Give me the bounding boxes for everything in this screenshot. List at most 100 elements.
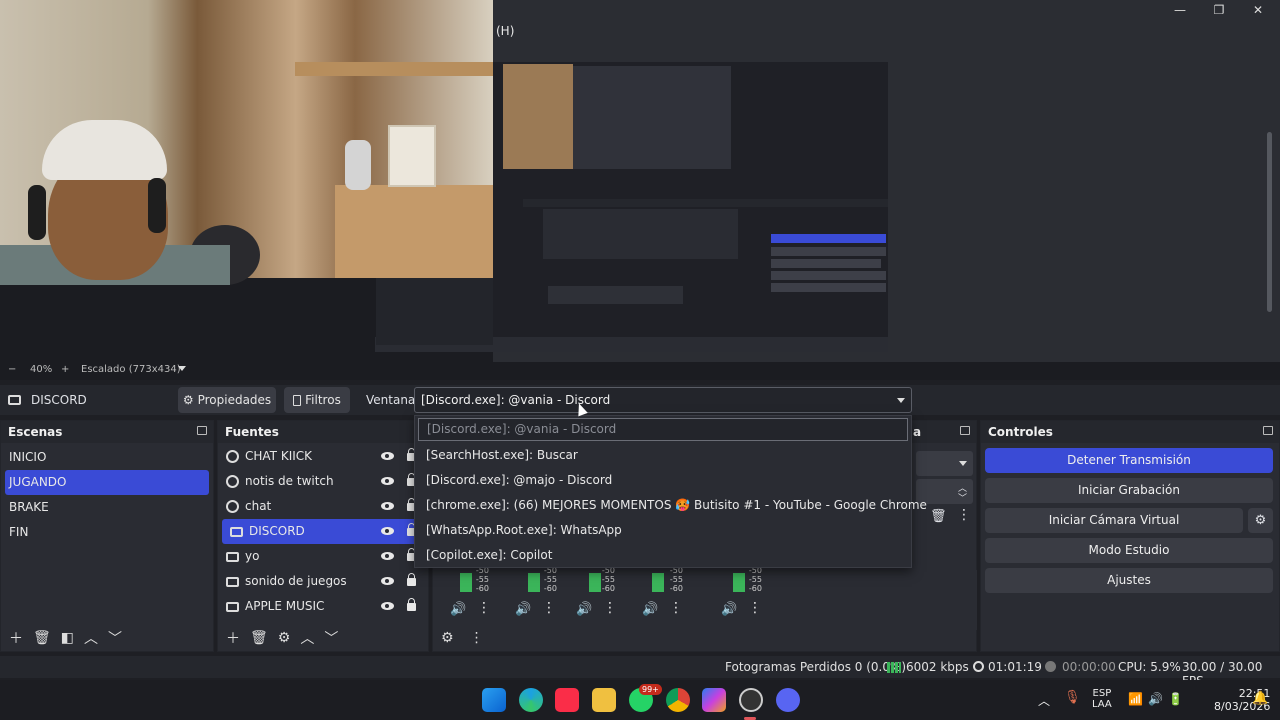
filters-button[interactable]: Filtros: [284, 387, 350, 413]
camera-icon: [226, 552, 239, 562]
eye-icon[interactable]: [381, 477, 394, 485]
zoom-in-button[interactable]: +: [61, 364, 69, 375]
undock-icon[interactable]: [960, 426, 970, 435]
more-icon[interactable]: ⋮: [748, 600, 762, 616]
settings-button[interactable]: Ajustes: [985, 568, 1273, 593]
dropdown-option-current[interactable]: [Discord.exe]: @vania - Discord: [418, 418, 908, 441]
close-icon[interactable]: ✕: [1248, 2, 1268, 18]
add-icon[interactable]: ＋: [226, 628, 240, 648]
chevron-up-icon[interactable]: ︿: [1038, 692, 1050, 709]
notification-icon[interactable]: 🔔: [1252, 691, 1268, 706]
obs-icon[interactable]: [739, 688, 763, 712]
meter-db-labels: -50 -55 -60: [601, 566, 615, 593]
studio-mode-button[interactable]: Modo Estudio: [985, 538, 1273, 563]
source-item[interactable]: notis de twitch: [218, 469, 428, 494]
more-icon[interactable]: ⋮: [669, 600, 683, 616]
eye-icon[interactable]: [381, 577, 394, 585]
gear-icon[interactable]: ⚙: [278, 630, 291, 646]
stop-streaming-button[interactable]: Detener Transmisión: [985, 448, 1273, 473]
chrome-icon[interactable]: [666, 688, 690, 712]
properties-button[interactable]: ⚙ Propiedades: [178, 387, 276, 413]
wifi-icon[interactable]: 📶: [1128, 692, 1143, 706]
chevron-down-icon[interactable]: ﹀: [108, 628, 122, 648]
eye-icon[interactable]: [381, 452, 394, 460]
more-icon[interactable]: ⋮: [477, 600, 491, 616]
controls-title: Controles: [988, 425, 1053, 439]
copilot-icon[interactable]: [702, 688, 726, 712]
scene-item[interactable]: FIN: [1, 520, 213, 545]
mixer-select[interactable]: [916, 451, 973, 476]
undock-icon[interactable]: [1263, 426, 1273, 435]
signal-icon: [887, 662, 901, 673]
source-item[interactable]: chat: [218, 494, 428, 519]
source-item-selected[interactable]: DISCORD: [222, 519, 424, 544]
eye-icon[interactable]: [381, 527, 394, 535]
speaker-icon[interactable]: 🔊: [721, 602, 737, 617]
chevron-down-icon[interactable]: ﹀: [324, 628, 338, 648]
bitrate: 6002 kbps: [906, 660, 969, 674]
apple-music-icon[interactable]: [555, 688, 579, 712]
speaker-icon[interactable]: 🔊: [642, 602, 658, 617]
start-recording-button[interactable]: Iniciar Grabación: [985, 478, 1273, 503]
filter-icon: [293, 394, 302, 406]
more-icon[interactable]: ⋮: [957, 507, 971, 523]
add-icon[interactable]: ＋: [9, 628, 23, 648]
whatsapp-badge: 99+: [639, 684, 662, 695]
speaker-icon[interactable]: 🔊: [450, 602, 466, 617]
source-item[interactable]: sonido de juegos: [218, 569, 428, 594]
file-explorer-icon[interactable]: [592, 688, 616, 712]
dropdown-option[interactable]: [Copilot.exe]: Copilot: [415, 543, 911, 568]
undock-icon[interactable]: [197, 426, 207, 435]
start-virtual-camera-button[interactable]: Iniciar Cámara Virtual: [985, 508, 1243, 533]
minimize-icon[interactable]: —: [1170, 2, 1190, 18]
speaker-icon[interactable]: 🔊: [515, 602, 531, 617]
edge-icon[interactable]: [519, 688, 543, 712]
volume-icon[interactable]: 🔊: [1148, 692, 1163, 706]
window-capture-icon: [226, 602, 239, 612]
virtual-camera-settings-button[interactable]: ⚙: [1248, 508, 1273, 533]
more-icon[interactable]: ⋮: [603, 600, 617, 616]
preview-canvas[interactable]: (H) — ❐ ✕: [0, 0, 1280, 362]
dropdown-option[interactable]: [SearchHost.exe]: Buscar: [415, 443, 911, 468]
dropdown-option[interactable]: [chrome.exe]: (66) MEJORES MOMENTOS 🥵 Bu…: [415, 493, 927, 518]
eye-icon[interactable]: [381, 552, 394, 560]
audio-meter: [460, 568, 472, 592]
source-item[interactable]: CHAT KIICK: [218, 444, 428, 469]
eye-icon[interactable]: [381, 502, 394, 510]
zoom-out-button[interactable]: −: [8, 364, 16, 375]
gear-icon: ⚙: [1254, 513, 1267, 528]
window-select[interactable]: [Discord.exe]: @vania - Discord: [414, 387, 912, 413]
language-indicator[interactable]: ESP LAA: [1092, 688, 1112, 710]
battery-icon[interactable]: 🔋: [1168, 692, 1183, 706]
eye-icon[interactable]: [381, 602, 394, 610]
scene-item-selected[interactable]: JUGANDO: [5, 470, 209, 495]
lock-icon[interactable]: [407, 573, 416, 586]
chevron-down-icon[interactable]: ﹀: [958, 491, 967, 504]
scaling-label: Escalado (773x434): [81, 364, 181, 375]
audio-meter: [589, 568, 601, 592]
audio-meter: [652, 568, 664, 592]
lock-icon[interactable]: [407, 598, 416, 611]
dropdown-option[interactable]: [Discord.exe]: @majo - Discord: [415, 468, 911, 493]
source-item[interactable]: APPLE MUSIC: [218, 594, 428, 619]
discord-icon[interactable]: [776, 688, 800, 712]
advanced-audio-icon[interactable]: ⚙: [441, 630, 454, 646]
scene-item[interactable]: BRAKE: [1, 495, 213, 520]
trash-icon[interactable]: 🗑: [930, 509, 947, 524]
scaling-dropdown-icon[interactable]: [178, 366, 186, 371]
more-icon[interactable]: ⋮: [542, 600, 556, 616]
trash-icon[interactable]: 🗑: [33, 630, 51, 646]
speaker-icon[interactable]: 🔊: [576, 602, 592, 617]
chevron-up-icon[interactable]: ︿: [84, 628, 98, 648]
chevron-up-icon[interactable]: ︿: [300, 628, 314, 648]
restore-icon[interactable]: ❐: [1209, 2, 1229, 18]
trash-icon[interactable]: 🗑: [250, 630, 268, 646]
windows-start-icon[interactable]: [482, 688, 506, 712]
filter-icon[interactable]: ◧: [61, 630, 74, 646]
scene-item[interactable]: INICIO: [1, 445, 213, 470]
more-icon[interactable]: ⋮: [470, 630, 484, 646]
dropdown-option[interactable]: [WhatsApp.Root.exe]: WhatsApp: [415, 518, 911, 543]
microphone-icon[interactable]: 🎙: [1064, 690, 1081, 705]
captured-window-titlebar: (H) — ❐ ✕: [493, 0, 1280, 44]
source-item[interactable]: yo: [218, 544, 428, 569]
